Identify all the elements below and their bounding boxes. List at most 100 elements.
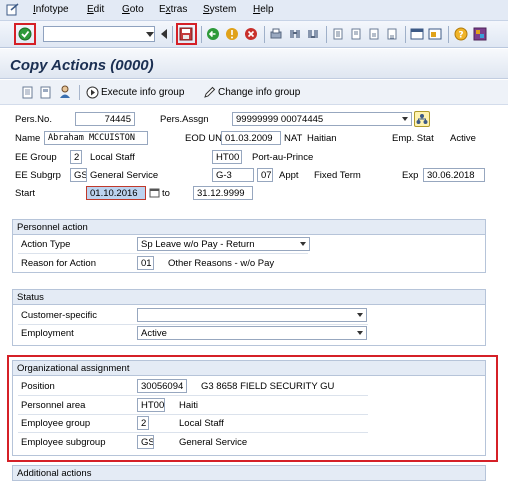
previous-page-icon[interactable]	[349, 27, 365, 43]
back-icon[interactable]	[206, 27, 222, 43]
emp-stat-label: Emp. Stat	[392, 133, 434, 144]
exit-icon[interactable]	[225, 27, 241, 43]
document-overview-icon[interactable]	[40, 86, 52, 99]
ee-group-code: 2	[70, 150, 82, 164]
employee-group-text: Local Staff	[179, 418, 224, 429]
divider	[18, 395, 368, 396]
nat-value: Haitian	[307, 133, 337, 144]
appt-value: Fixed Term	[314, 170, 361, 181]
pers-area-text: Port-au-Prince	[252, 152, 314, 163]
toolbar-separator	[172, 26, 173, 43]
find-next-icon[interactable]	[306, 27, 322, 43]
pers-area-code-field: HT00	[212, 150, 242, 164]
reason-label: Reason for Action	[21, 258, 96, 269]
ee-group-text: Local Staff	[90, 152, 135, 163]
personnel-action-heading: Personnel action	[13, 220, 485, 235]
additional-actions-heading: Additional actions	[13, 466, 485, 481]
toolbar-separator	[448, 26, 449, 43]
employee-group-code: 2	[137, 416, 149, 430]
help-icon[interactable]: ?	[454, 27, 470, 43]
create-session-icon[interactable]	[410, 27, 426, 43]
start-label: Start	[15, 188, 36, 199]
employee-subgroup-code: GS	[137, 435, 154, 449]
divider	[18, 253, 308, 254]
menu-edit[interactable]: Edit	[87, 4, 104, 15]
window-menu-icon[interactable]	[6, 3, 19, 16]
pers-assgn-select[interactable]: 99999999 00074445	[232, 112, 412, 126]
document-icon[interactable]	[22, 86, 34, 99]
action-type-value: Sp Leave w/o Pay - Return	[141, 239, 255, 250]
chevron-down-icon	[357, 313, 363, 317]
command-dropdown-icon[interactable]	[146, 32, 154, 37]
command-field[interactable]	[43, 26, 155, 42]
eod-field: 01.03.2009	[221, 131, 281, 145]
ee-subgrp-code: GS	[70, 168, 87, 182]
pers-no-field: 74445	[75, 112, 135, 126]
employee-subgroup-text: General Service	[179, 437, 248, 448]
eod-label: EOD UN	[185, 133, 222, 144]
cancel-icon[interactable]	[244, 27, 260, 43]
customer-specific-label: Customer-specific	[21, 310, 98, 321]
save-icon[interactable]	[179, 27, 195, 43]
collapse-icon[interactable]	[161, 29, 167, 39]
toolbar-separator	[326, 26, 327, 43]
employment-label: Employment	[21, 328, 74, 339]
reason-code-input[interactable]: 01	[137, 256, 154, 270]
execute-icon[interactable]	[86, 86, 99, 99]
ee-group-label: EE Group	[15, 152, 57, 163]
ee-subgrp-text: General Service	[90, 170, 159, 181]
employee-subgroup-label: Employee subgroup	[21, 437, 106, 448]
pers-no-label: Pers.No.	[15, 114, 52, 125]
print-icon[interactable]	[269, 27, 285, 43]
emp-stat-value: Active	[450, 133, 476, 144]
divider	[18, 432, 368, 433]
pencil-icon[interactable]	[203, 86, 216, 99]
org-structure-icon[interactable]	[414, 111, 430, 127]
person-icon[interactable]	[58, 85, 72, 99]
employment-value: Active	[141, 328, 167, 339]
additional-actions-group: Additional actions	[12, 465, 486, 481]
employee-group-label: Employee group	[21, 418, 91, 429]
reason-text: Other Reasons - w/o Pay	[168, 258, 275, 269]
org-assignment-heading: Organizational assignment	[13, 361, 485, 376]
toolbar-separator	[264, 26, 265, 43]
end-date-input[interactable]: 31.12.9999	[193, 186, 253, 200]
calendar-icon[interactable]	[149, 187, 160, 198]
menu-extras[interactable]: Extras	[159, 4, 187, 15]
application-toolbar: Execute info group Change info group	[0, 80, 508, 105]
enter-icon[interactable]	[18, 27, 34, 43]
last-page-icon[interactable]	[385, 27, 401, 43]
employment-select[interactable]: Active	[137, 326, 367, 340]
chevron-down-icon	[300, 242, 306, 246]
find-icon[interactable]	[288, 27, 304, 43]
position-label: Position	[21, 381, 55, 392]
exp-field: 30.06.2018	[423, 168, 485, 182]
title-bar: Copy Actions (0000)	[0, 49, 508, 79]
change-info-group-button[interactable]: Change info group	[218, 87, 300, 98]
customize-layout-icon[interactable]	[473, 27, 489, 43]
position-code-input[interactable]: 30056094	[137, 379, 187, 393]
standard-toolbar: ?	[0, 21, 508, 48]
execute-info-group-button[interactable]: Execute info group	[101, 87, 184, 98]
menu-system[interactable]: System	[203, 4, 236, 15]
menu-infotype[interactable]: Infotype	[33, 4, 69, 15]
next-page-icon[interactable]	[367, 27, 383, 43]
position-text: G3 8658 FIELD SECURITY GU	[201, 381, 335, 392]
divider	[18, 324, 368, 325]
appt-label: Appt	[279, 170, 299, 181]
menu-help[interactable]: Help	[253, 4, 274, 15]
name-label: Name	[15, 133, 41, 144]
to-label: to	[162, 188, 170, 199]
pers-assgn-label: Pers.Assgn	[160, 114, 209, 125]
personnel-area-text: Haiti	[179, 400, 199, 411]
pers-assgn-value: 99999999 00074445	[236, 114, 324, 125]
customer-specific-select[interactable]	[137, 308, 367, 322]
status-heading: Status	[13, 290, 485, 305]
menu-goto[interactable]: Goto	[122, 4, 144, 15]
start-date-input[interactable]: 01.10.2016	[86, 186, 146, 200]
grade-field: G-3	[212, 168, 254, 182]
chevron-down-icon	[357, 331, 363, 335]
action-type-select[interactable]: Sp Leave w/o Pay - Return	[137, 237, 310, 251]
first-page-icon[interactable]	[331, 27, 347, 43]
shortcut-icon[interactable]	[428, 27, 444, 43]
